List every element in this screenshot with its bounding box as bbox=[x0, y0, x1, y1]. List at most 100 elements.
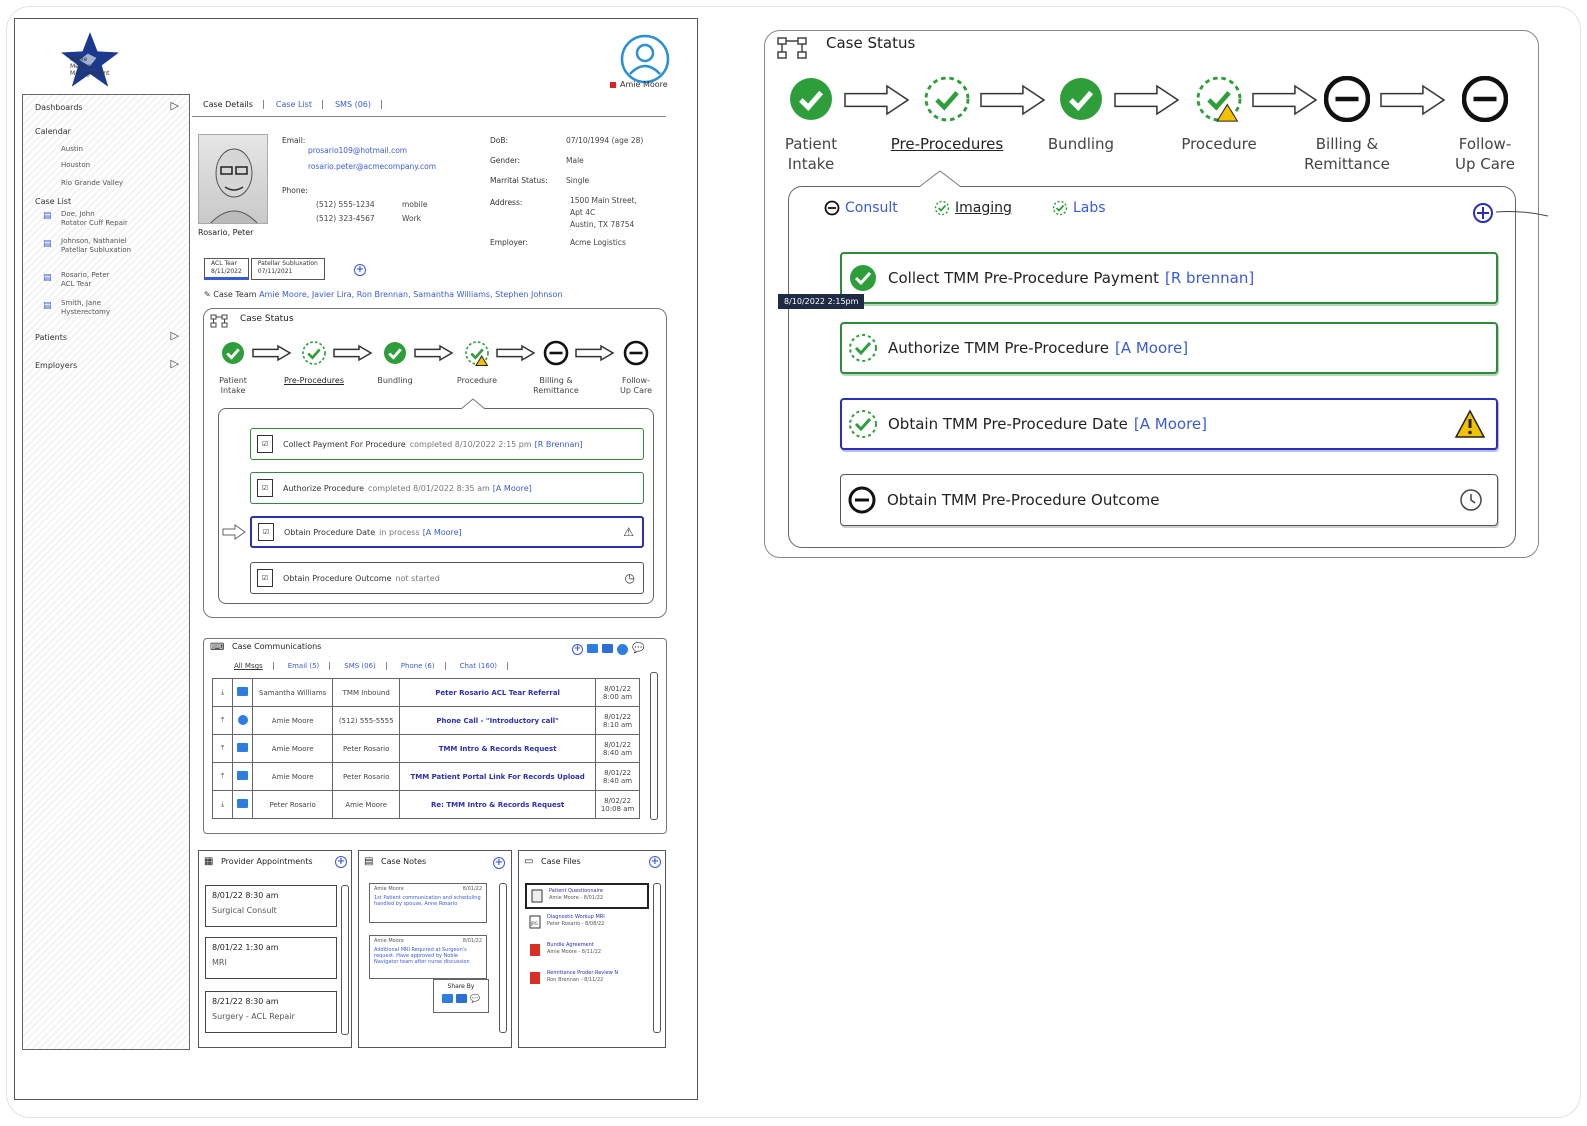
case-item-johnson[interactable]: Johnson, Nathaniel Patellar Subluxation bbox=[61, 237, 131, 255]
comm-subject[interactable]: Phone Call - "Introductory call" bbox=[399, 706, 597, 735]
subtab-labs[interactable]: Labs bbox=[1052, 200, 1106, 216]
zoom-task-authorize[interactable]: Authorize TMM Pre-Procedure [A Moore] bbox=[840, 322, 1498, 374]
zoom-step-active-icon[interactable] bbox=[924, 76, 970, 122]
task-obtain-procedure-outcome[interactable]: ☑ Obtain Procedure Outcome not started ◷ bbox=[250, 562, 644, 594]
zoom-step-done-icon[interactable] bbox=[788, 76, 834, 122]
note-item[interactable]: Amie Moore 8/01/22 Additional MRI Require… bbox=[369, 935, 487, 979]
step-active-icon[interactable] bbox=[301, 340, 327, 366]
add-file-icon[interactable]: + bbox=[649, 856, 661, 868]
add-note-icon[interactable]: + bbox=[493, 857, 505, 869]
tab-sms[interactable]: SMS (06) bbox=[335, 100, 382, 109]
task-collect-payment[interactable]: ☑ Collect Payment For Procedure completed… bbox=[250, 428, 644, 460]
email-icon[interactable] bbox=[442, 994, 454, 1003]
expand-arrow-icon[interactable]: ▷ bbox=[171, 329, 179, 342]
expand-arrow-icon[interactable]: ▷ bbox=[171, 99, 179, 112]
appointments-scrollbar[interactable] bbox=[341, 885, 349, 1035]
files-scrollbar[interactable] bbox=[653, 883, 661, 1033]
user-menu[interactable]: Amie Moore bbox=[610, 80, 668, 89]
step-warning-icon[interactable] bbox=[464, 340, 490, 366]
comm-scrollbar[interactable] bbox=[650, 672, 658, 820]
add-appointment-icon[interactable]: + bbox=[335, 856, 347, 868]
zoom-step-label[interactable]: Bundling bbox=[1008, 134, 1154, 154]
pencil-icon[interactable]: ✎ bbox=[204, 290, 211, 299]
sidebar-item-patients[interactable]: Patients bbox=[35, 333, 67, 342]
add-task-icon[interactable] bbox=[1472, 202, 1494, 224]
appointment-item[interactable]: 8/01/22 1:30 am MRI bbox=[205, 937, 337, 979]
zoom-step-label[interactable]: Billing & Remittance bbox=[1274, 134, 1420, 174]
zoom-task-collect-payment[interactable]: Collect TMM Pre-Procedure Payment [R bren… bbox=[840, 252, 1498, 304]
zoom-step-done-icon[interactable] bbox=[1058, 76, 1104, 122]
zoom-step-label[interactable]: Pre-Procedures bbox=[874, 134, 1020, 154]
case-item-rosario[interactable]: Rosario, Peter ACL Tear bbox=[61, 271, 110, 289]
zoom-task-obtain-date[interactable]: Obtain TMM Pre-Procedure Date [A Moore] bbox=[840, 398, 1498, 450]
zoom-step-label[interactable]: Follow- Up Care bbox=[1412, 134, 1558, 174]
tab-case-details[interactable]: Case Details bbox=[203, 100, 264, 109]
tab-all-msgs[interactable]: All Msgs bbox=[234, 662, 274, 670]
table-row[interactable]: ⤒ Amie Moore Peter Rosario TMM Intro & Reco… bbox=[212, 734, 640, 763]
table-row[interactable]: ⤒ Amie Moore (512) 555-5555 Phone Call - "I… bbox=[212, 706, 640, 735]
notes-scrollbar[interactable] bbox=[499, 883, 507, 1033]
expand-arrow-icon[interactable]: ▷ bbox=[171, 357, 179, 370]
note-item[interactable]: Amie Moore 8/01/22 1st Patient communicat… bbox=[369, 883, 487, 923]
zoom-step-blocked-icon[interactable] bbox=[1323, 75, 1371, 123]
case-item-smith[interactable]: Smith, Jane Hysterectomy bbox=[61, 299, 110, 317]
tab-sms[interactable]: SMS (06) bbox=[344, 662, 387, 670]
step-blocked-icon[interactable] bbox=[543, 340, 569, 366]
email-link[interactable]: rosario.peter@acmecompany.com bbox=[308, 162, 436, 171]
sidebar-item-dashboards[interactable]: Dashboards bbox=[35, 103, 83, 112]
direction-icon[interactable]: ⤓ bbox=[212, 678, 233, 707]
calendar-item-rgv[interactable]: Rio Grande Valley bbox=[61, 179, 123, 188]
email-link[interactable]: prosario109@hotmail.com bbox=[308, 146, 407, 155]
direction-icon[interactable]: ⤒ bbox=[212, 734, 233, 763]
tab-chat[interactable]: Chat (160) bbox=[460, 662, 509, 670]
sidebar-item-case-list[interactable]: Case List bbox=[35, 197, 71, 206]
tab-acl-tear[interactable]: ACL Tear 8/11/2022 bbox=[204, 258, 249, 280]
appointment-item[interactable]: 8/21/22 8:30 am Surgery - ACL Repair bbox=[205, 991, 337, 1033]
direction-icon[interactable]: ⤓ bbox=[212, 790, 233, 819]
chat-bubble-icon[interactable]: 💬 bbox=[470, 994, 480, 1003]
direction-icon[interactable]: ⤒ bbox=[212, 706, 233, 735]
comm-subject[interactable]: Re: TMM Intro & Records Request bbox=[399, 790, 597, 819]
comm-subject[interactable]: Peter Rosario ACL Tear Referral bbox=[399, 678, 597, 707]
sidebar-item-calendar[interactable]: Calendar bbox=[35, 127, 71, 136]
chat-bubble-icon[interactable]: 💬 bbox=[632, 644, 644, 655]
direction-icon[interactable]: ⤒ bbox=[212, 762, 233, 791]
file-item[interactable]: Bundle Agreement Amie Moore - 8/11/22 bbox=[525, 939, 649, 965]
step-label[interactable]: Pre-Procedures bbox=[277, 376, 351, 386]
task-authorize-procedure[interactable]: ☑ Authorize Procedure completed 8/01/2022… bbox=[250, 472, 644, 504]
sms-icon[interactable] bbox=[602, 644, 613, 653]
step-label[interactable]: Follow- Up Care bbox=[599, 376, 673, 396]
subtab-consult[interactable]: Consult bbox=[824, 200, 898, 216]
zoom-step-blocked-icon[interactable] bbox=[1461, 75, 1509, 123]
calendar-item-houston[interactable]: Houston bbox=[61, 161, 90, 170]
add-comm-icon[interactable]: + bbox=[572, 644, 583, 655]
step-blocked-icon[interactable] bbox=[623, 340, 649, 366]
file-item[interactable]: Remittance Proder Review N Ron Brennan - … bbox=[525, 967, 649, 993]
email-icon[interactable] bbox=[587, 644, 598, 653]
comm-subject[interactable]: TMM Patient Portal Link For Records Uplo… bbox=[399, 762, 597, 791]
table-row[interactable]: ⤓ Peter Rosario Amie Moore Re: TMM Intro & … bbox=[212, 790, 640, 819]
case-team-names[interactable]: Amie Moore, Javier Lira, Ron Brennan, Sa… bbox=[259, 290, 562, 299]
calendar-item-austin[interactable]: Austin bbox=[61, 145, 83, 154]
zoom-step-label[interactable]: Procedure bbox=[1146, 134, 1292, 154]
step-label[interactable]: Patient Intake bbox=[196, 376, 270, 396]
appointment-item[interactable]: 8/01/22 8:30 am Surgical Consult bbox=[205, 885, 337, 927]
tab-patellar-subluxation[interactable]: Patellar Subluxation 07/11/2021 bbox=[250, 258, 325, 280]
step-done-icon[interactable] bbox=[382, 340, 408, 366]
step-done-icon[interactable] bbox=[220, 340, 246, 366]
table-row[interactable]: ⤓ Samantha Williams TMM Inbound Peter Rosar… bbox=[212, 678, 640, 707]
zoom-step-label[interactable]: Patient Intake bbox=[738, 134, 884, 174]
table-row[interactable]: ⤒ Amie Moore Peter Rosario TMM Patient Port… bbox=[212, 762, 640, 791]
step-label[interactable]: Procedure bbox=[440, 376, 514, 386]
add-case-icon[interactable]: + bbox=[354, 264, 366, 276]
zoom-step-warning-icon[interactable] bbox=[1196, 76, 1242, 122]
case-item-doe[interactable]: Doe, John Rotator Cuff Repair bbox=[61, 210, 128, 228]
phone-icon[interactable] bbox=[617, 644, 628, 655]
file-item[interactable]: Patient Questionnaire Amie Moore - 8/01/2… bbox=[525, 883, 649, 909]
comm-subject[interactable]: TMM Intro & Records Request bbox=[399, 734, 597, 763]
step-label[interactable]: Bundling bbox=[358, 376, 432, 386]
subtab-imaging[interactable]: Imaging bbox=[934, 200, 1012, 216]
sms-icon[interactable] bbox=[456, 994, 468, 1003]
tab-case-list[interactable]: Case List bbox=[276, 100, 323, 109]
step-label[interactable]: Billing & Remittance bbox=[519, 376, 593, 396]
